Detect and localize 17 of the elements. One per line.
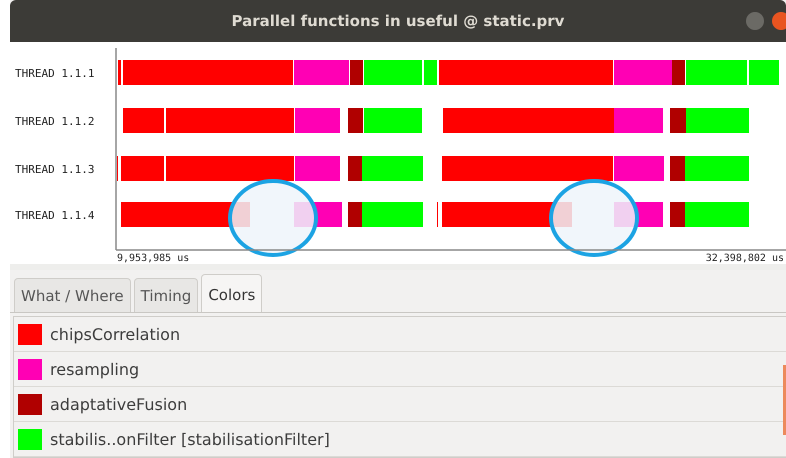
close-button[interactable] bbox=[772, 12, 786, 30]
scroll-indicator bbox=[783, 365, 786, 435]
function-name[interactable]: stabilis..onFilter [stabilisationFilter] bbox=[50, 430, 330, 448]
function-name[interactable]: chipsCorrelation bbox=[50, 324, 180, 344]
maximize-button[interactable] bbox=[746, 12, 764, 30]
function-name[interactable]: resampling bbox=[50, 360, 140, 378]
tab[interactable]: What / Where bbox=[14, 278, 131, 312]
thread-label: THREAD 1.1.3 bbox=[15, 163, 94, 176]
axis-label: 9,953,985 us bbox=[117, 253, 190, 264]
tab[interactable]: Colors bbox=[201, 274, 262, 312]
thread-label: THREAD 1.1.2 bbox=[15, 115, 94, 128]
window-title: Parallel functions in useful @ static.prv bbox=[232, 12, 564, 30]
function-name[interactable]: adaptativeFusion bbox=[50, 394, 188, 414]
thread-label: THREAD 1.1.1 bbox=[15, 67, 94, 80]
thread-label: THREAD 1.1.4 bbox=[15, 209, 94, 222]
axis-label: 32,398,802 us bbox=[706, 253, 784, 264]
tab[interactable]: Timing bbox=[134, 278, 198, 312]
